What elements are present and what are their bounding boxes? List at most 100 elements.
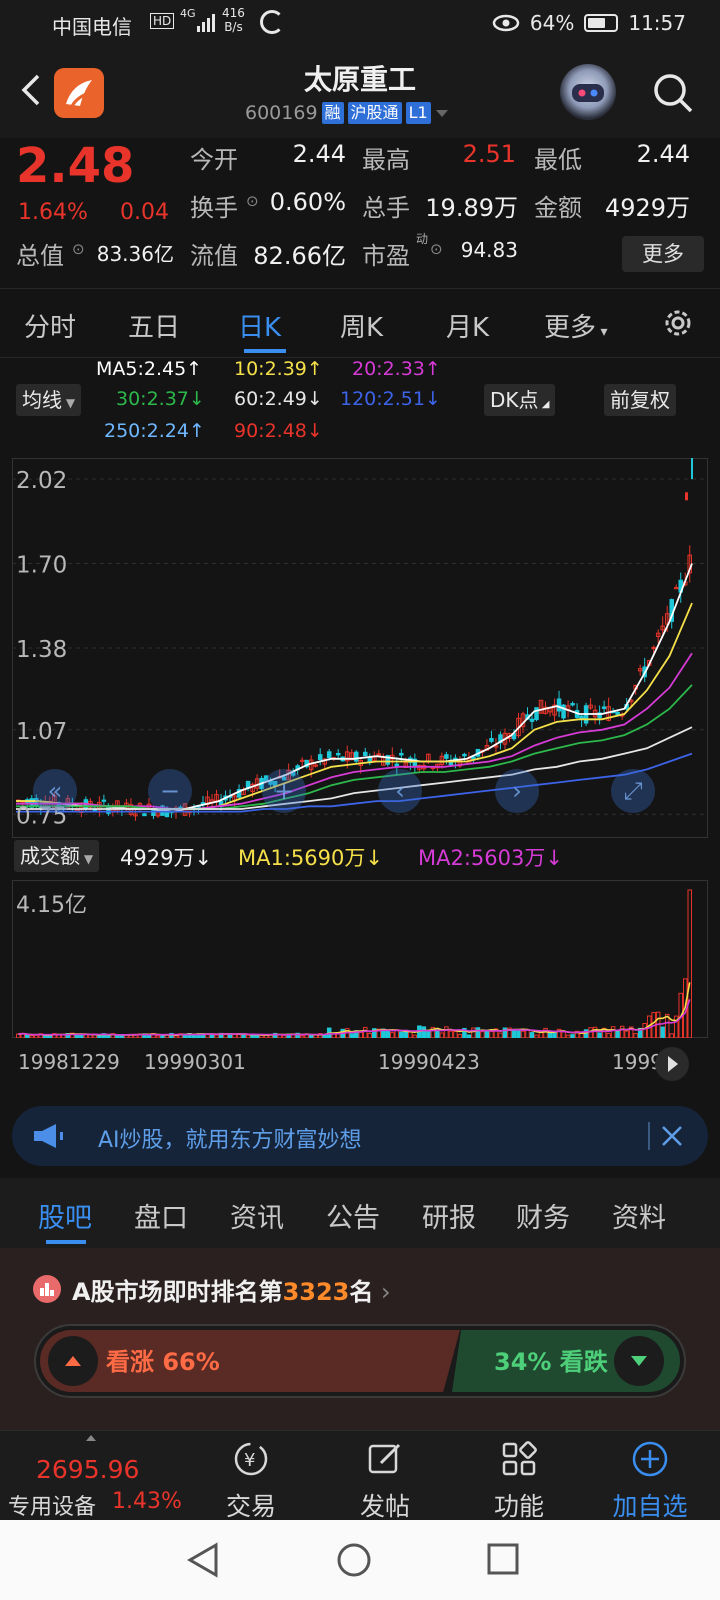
candle-body (601, 706, 607, 710)
scroll-right-icon[interactable] (654, 1046, 690, 1082)
ai-banner-text: AI炒股，就用东方财富妙想 (98, 1128, 362, 1153)
nav-recents-icon[interactable] (486, 1542, 520, 1576)
zoom-out-icon[interactable]: − (148, 769, 192, 813)
gear-icon[interactable] (660, 305, 696, 341)
volume-frame (12, 880, 708, 1038)
trade-button[interactable]: ¥ 交易 (196, 1431, 306, 1521)
tab-forum[interactable]: 股吧 (38, 1196, 92, 1235)
zoom-in-icon[interactable]: + (262, 769, 306, 813)
low-value: 2.44 (636, 140, 690, 168)
search-icon[interactable] (652, 72, 694, 114)
info-icon[interactable]: ⊙ (72, 240, 85, 258)
market-rank[interactable]: A股市场即时排名第3323名 › (72, 1272, 391, 1307)
volume-bar (471, 1027, 476, 1038)
high-value: 2.51 (462, 140, 516, 168)
volume-bar (363, 1026, 368, 1038)
current-price: 2.48 (16, 138, 135, 194)
triangle-up-icon (65, 1356, 81, 1366)
vote-down-button[interactable] (614, 1336, 664, 1386)
svg-text:+: + (274, 777, 294, 805)
rewind-icon[interactable]: « (33, 769, 77, 813)
volume-ma1: MA1:5690万↓ (238, 846, 383, 870)
period-tabs: 分时 五日 日K 周K 月K 更多 ▾ (0, 288, 720, 358)
banner-divider (648, 1122, 650, 1150)
svg-text:−: − (160, 777, 180, 805)
add-watchlist-button[interactable]: 加自选 (590, 1431, 710, 1521)
info-icon[interactable]: ⊙ (430, 240, 443, 258)
prev-icon[interactable]: ‹ (378, 769, 422, 813)
candle-body (534, 707, 539, 721)
function-button[interactable]: 功能 (464, 1431, 574, 1521)
ma250-value: 250:2.24↑ (104, 420, 205, 442)
candle-body (561, 704, 566, 719)
tab-weekly-k[interactable]: 周K (340, 307, 383, 344)
ma-line-ma20 (16, 652, 693, 810)
svg-text:‹: ‹ (395, 777, 405, 805)
float-cap-label: 流值 (190, 242, 238, 270)
volume-bar (642, 1023, 647, 1038)
ma-mode-select[interactable]: 均线 ▼ (16, 384, 82, 416)
stock-subtitle: 600169 融 沪股通 L1 (245, 102, 449, 124)
kline-chart[interactable]: 2.021.701.381.070.75 «− + ‹ › ⤢ (12, 458, 708, 838)
candle-body (444, 754, 449, 759)
rank-suffix: 名 (349, 1278, 374, 1306)
tab-research[interactable]: 研报 (422, 1196, 476, 1235)
tab-more-periods[interactable]: 更多 ▾ (544, 307, 608, 344)
price-tick: 1.70 (16, 553, 67, 579)
volume-bar (448, 1030, 454, 1038)
volume-bar (421, 1026, 427, 1038)
tab-orderbook[interactable]: 盘口 (134, 1196, 188, 1235)
volume-chart[interactable]: 4.15亿 (12, 880, 708, 1038)
ai-banner[interactable]: AI炒股，就用东方财富妙想 (12, 1106, 708, 1166)
float-cap-value: 82.66亿 (253, 242, 346, 270)
nav-home-icon[interactable] (336, 1542, 372, 1578)
volume-bar (444, 1026, 449, 1038)
tab-profile[interactable]: 资料 (612, 1196, 666, 1235)
nav-back-icon[interactable] (186, 1542, 220, 1578)
eye-icon (492, 14, 520, 32)
ma30-value: 30:2.37↓ (116, 388, 205, 410)
candle-body (462, 753, 467, 757)
next-icon[interactable]: › (495, 769, 539, 813)
tab-intraday[interactable]: 分时 (24, 307, 76, 344)
tab-daily-k[interactable]: 日K (238, 307, 281, 344)
chevron-down-icon[interactable] (435, 108, 449, 118)
volume-bar (475, 1027, 481, 1038)
candle-body (335, 752, 341, 756)
tab-news[interactable]: 资讯 (230, 1196, 284, 1235)
sector-index[interactable]: 2695.96 专用设备 1.43% (0, 1431, 186, 1521)
volume-indicator-select[interactable]: 成交额 ▼ (14, 840, 100, 872)
plus-circle-icon (632, 1441, 668, 1477)
assistant-robot-icon[interactable] (560, 64, 616, 120)
high-label: 最高 (362, 146, 410, 174)
tab-monthly-k[interactable]: 月K (446, 307, 489, 344)
volume-ma2: MA2:5603万↓ (418, 846, 563, 870)
fullscreen-icon[interactable]: ⤢ (611, 769, 655, 813)
info-icon[interactable]: ⊙ (246, 192, 259, 210)
date-tick: 19990423 (378, 1050, 480, 1074)
expand-up-icon (86, 1435, 96, 1441)
grid-icon (502, 1441, 537, 1476)
post-button[interactable]: 发帖 (330, 1431, 440, 1521)
price-tick: 1.38 (16, 637, 67, 663)
vote-up-button[interactable] (48, 1336, 98, 1386)
active-tab-underline (244, 349, 286, 353)
tab-announcements[interactable]: 公告 (326, 1196, 380, 1235)
more-quote-button[interactable]: 更多 (622, 236, 704, 272)
dk-point-toggle[interactable]: DK点 ◢ (484, 384, 556, 416)
candle-body (615, 711, 620, 715)
price-tick: 2.02 (16, 468, 67, 494)
carrier-name: 中国电信 (52, 15, 132, 39)
tab-five-day[interactable]: 五日 (128, 307, 180, 344)
content-tab-underline (46, 1240, 86, 1244)
adjust-mode-button[interactable]: 前复权 (604, 384, 676, 416)
sector-name: 专用设备 (8, 1495, 97, 1520)
volume-bar (520, 1030, 526, 1038)
close-icon[interactable] (660, 1124, 684, 1148)
change-percent: 1.64% (18, 200, 88, 225)
market-cap-label: 总值 (16, 242, 64, 270)
candle-body (579, 715, 584, 720)
tab-financials[interactable]: 财务 (516, 1196, 570, 1235)
rank-number: 3323 (282, 1278, 350, 1306)
bullish-section[interactable] (40, 1330, 460, 1392)
